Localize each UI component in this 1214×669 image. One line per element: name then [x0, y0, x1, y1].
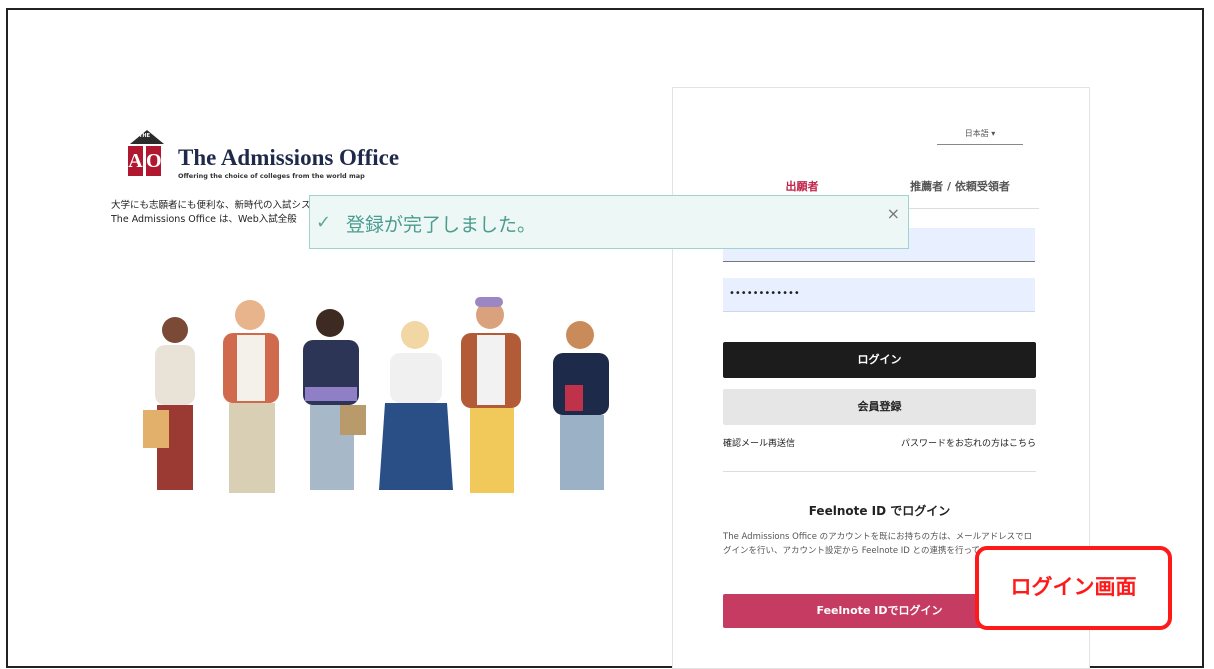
login-button[interactable]: ログイン	[723, 342, 1036, 378]
brand-logo: THE A O The Admissions Office Offering t…	[126, 130, 399, 180]
lead-line-1: 大学にも志願者にも便利な、新時代の入試システム	[111, 200, 311, 211]
logo-letter-o: O	[146, 146, 162, 176]
logo-the: THE	[139, 133, 151, 139]
brand-name: The Admissions Office	[178, 145, 400, 170]
resend-email-link[interactable]: 確認メール再送信	[723, 436, 795, 449]
person-6-figure	[553, 321, 609, 490]
person-3-figure	[303, 309, 366, 490]
logo-letter-a: A	[128, 146, 143, 176]
person-1-figure	[143, 317, 195, 490]
brand-tagline: Offering the choice of colleges from the…	[178, 172, 365, 180]
lead-text: 大学にも志願者にも便利な、新時代の入試システム The Admissions O…	[111, 199, 311, 227]
toast-message: 登録が完了しました。	[346, 214, 537, 236]
feelnote-title: Feelnote ID でログイン	[808, 504, 951, 518]
person-4-figure	[379, 321, 453, 490]
close-icon[interactable]: ×	[887, 204, 900, 223]
brand-text: The Admissions Office Offering the choic…	[178, 145, 400, 181]
divider	[723, 471, 1036, 472]
check-icon: ✓	[316, 212, 332, 233]
annotation-callout: ログイン画面	[975, 546, 1172, 630]
language-label: 日本語	[964, 129, 989, 138]
forgot-password-link[interactable]: パスワードをお忘れの方はこちら	[901, 436, 1036, 449]
success-toast: ✓ 登録が完了しました。 ×	[309, 195, 909, 249]
person-2-figure	[223, 300, 279, 493]
logo-mark-icon: THE A O	[126, 130, 172, 178]
chevron-down-icon: ▾	[991, 129, 996, 138]
password-input[interactable]: ••••••••••••	[723, 278, 1035, 312]
helper-links: 確認メール再送信 パスワードをお忘れの方はこちら	[723, 436, 1036, 449]
register-button[interactable]: 会員登録	[723, 389, 1036, 425]
person-5-figure	[461, 297, 521, 493]
lead-line-2: The Admissions Office は、Web入試全般	[111, 214, 297, 225]
students-illustration	[143, 297, 609, 493]
language-select[interactable]: 日本語 ▾	[937, 128, 1023, 145]
